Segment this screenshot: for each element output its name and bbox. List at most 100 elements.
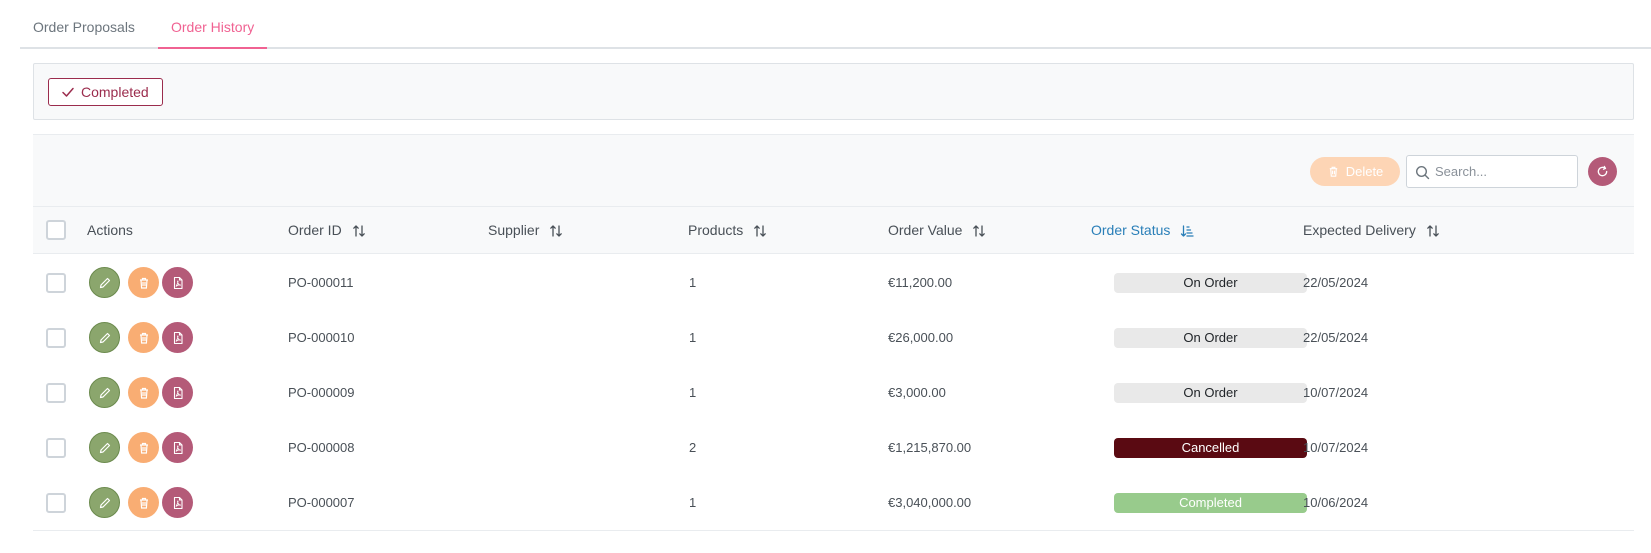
expected-delivery-cell: 22/05/2024 <box>1303 275 1369 290</box>
edit-button[interactable] <box>89 322 120 353</box>
pencil-icon <box>99 497 110 508</box>
sort-icon <box>754 224 767 237</box>
products-cell: 2 <box>689 440 697 455</box>
pdf-button[interactable] <box>162 377 193 408</box>
pdf-button[interactable] <box>162 487 193 518</box>
select-all-checkbox[interactable] <box>46 220 66 240</box>
expected-delivery-cell: 10/06/2024 <box>1303 495 1369 510</box>
table-row: PO-000007 1 €3,040,000.00 Completed 10/0… <box>33 474 1634 531</box>
file-pdf-icon <box>173 386 183 399</box>
row-checkbox[interactable] <box>46 273 66 293</box>
check-icon <box>62 87 74 97</box>
order-value-cell: €3,040,000.00 <box>888 495 972 510</box>
row-checkbox[interactable] <box>46 383 66 403</box>
table-row: PO-000008 2 €1,215,870.00 Cancelled 10/0… <box>33 419 1634 476</box>
pencil-icon <box>99 277 110 288</box>
column-header-expected-delivery-label: Expected Delivery <box>1303 222 1416 238</box>
table-row: PO-000010 1 €26,000.00 On Order 22/05/20… <box>33 309 1634 366</box>
column-header-order-status[interactable]: Order Status <box>1091 207 1195 254</box>
order-id-cell: PO-000010 <box>288 330 355 345</box>
tab-bar: Order Proposals Order History <box>20 0 1651 49</box>
expected-delivery-cell: 22/05/2024 <box>1303 330 1369 345</box>
search-input[interactable] <box>1435 164 1575 179</box>
products-cell: 1 <box>689 385 697 400</box>
order-id-cell: PO-000009 <box>288 385 355 400</box>
pencil-icon <box>99 387 110 398</box>
column-header-products-label: Products <box>688 222 744 238</box>
column-header-supplier[interactable]: Supplier <box>488 207 563 254</box>
tab-order-history[interactable]: Order History <box>158 0 268 49</box>
delete-button-label: Delete <box>1345 164 1384 179</box>
trash-icon <box>139 332 148 344</box>
filter-bar: Completed <box>33 63 1634 120</box>
pdf-button[interactable] <box>162 322 193 353</box>
trash-icon <box>1329 166 1337 177</box>
table-toolbar: Delete <box>33 135 1634 207</box>
products-cell: 1 <box>689 330 697 345</box>
sort-icon <box>352 224 365 237</box>
pdf-button[interactable] <box>162 267 193 298</box>
file-pdf-icon <box>173 441 183 454</box>
column-header-actions: Actions <box>87 207 133 254</box>
column-header-order-value-label: Order Value <box>888 222 963 238</box>
search-box <box>1406 155 1578 188</box>
column-header-expected-delivery[interactable]: Expected Delivery <box>1303 207 1440 254</box>
edit-button[interactable] <box>89 377 120 408</box>
column-header-order-id[interactable]: Order ID <box>288 207 366 254</box>
trash-icon <box>139 387 148 399</box>
sort-icon <box>550 224 563 237</box>
search-icon <box>1415 165 1430 180</box>
sort-icon <box>973 224 986 237</box>
delete-button[interactable]: Delete <box>1310 157 1400 186</box>
edit-button[interactable] <box>89 267 120 298</box>
refresh-icon <box>1597 165 1608 177</box>
trash-icon <box>139 497 148 509</box>
delete-row-button[interactable] <box>128 377 159 408</box>
row-checkbox[interactable] <box>46 328 66 348</box>
pdf-button[interactable] <box>162 432 193 463</box>
row-checkbox[interactable] <box>46 438 66 458</box>
table-row: PO-000009 1 €3,000.00 On Order 10/07/202… <box>33 364 1634 421</box>
table-header: Actions Order ID Supplier Products Order… <box>33 207 1634 254</box>
trash-icon <box>139 442 148 454</box>
order-value-cell: €26,000.00 <box>888 330 954 345</box>
delete-row-button[interactable] <box>128 267 159 298</box>
status-badge: On Order <box>1114 328 1307 348</box>
file-pdf-icon <box>173 331 183 344</box>
edit-button[interactable] <box>89 432 120 463</box>
sort-icon <box>1426 224 1439 237</box>
column-header-order-status-label: Order Status <box>1091 222 1171 238</box>
column-header-order-id-label: Order ID <box>288 222 342 238</box>
order-id-cell: PO-000011 <box>288 275 354 290</box>
trash-icon <box>139 277 148 289</box>
delete-row-button[interactable] <box>128 322 159 353</box>
order-value-cell: €11,200.00 <box>888 275 953 290</box>
tab-order-proposals[interactable]: Order Proposals <box>20 0 148 49</box>
completed-filter-button[interactable]: Completed <box>48 78 163 106</box>
column-header-order-value[interactable]: Order Value <box>888 207 986 254</box>
status-badge: Completed <box>1114 493 1307 513</box>
pencil-icon <box>99 442 110 453</box>
column-header-supplier-label: Supplier <box>488 222 540 238</box>
order-value-cell: €3,000.00 <box>888 385 946 400</box>
order-value-cell: €1,215,870.00 <box>888 440 972 455</box>
expected-delivery-cell: 10/07/2024 <box>1303 440 1369 455</box>
pencil-icon <box>99 332 110 343</box>
status-badge: Cancelled <box>1114 438 1307 458</box>
delete-row-button[interactable] <box>128 487 159 518</box>
order-id-cell: PO-000007 <box>288 495 355 510</box>
refresh-button[interactable] <box>1588 157 1617 186</box>
status-badge: On Order <box>1114 383 1307 403</box>
status-badge: On Order <box>1114 273 1307 293</box>
row-checkbox[interactable] <box>46 493 66 513</box>
edit-button[interactable] <box>89 487 120 518</box>
products-cell: 1 <box>689 495 697 510</box>
delete-row-button[interactable] <box>128 432 159 463</box>
orders-table: Delete Actions Order ID Supplier Product… <box>33 134 1634 553</box>
column-header-products[interactable]: Products <box>688 207 767 254</box>
expected-delivery-cell: 10/07/2024 <box>1303 385 1369 400</box>
table-row: PO-000011 1 €11,200.00 On Order 22/05/20… <box>33 254 1634 311</box>
completed-filter-label: Completed <box>81 84 149 100</box>
column-header-actions-label: Actions <box>87 222 133 238</box>
file-pdf-icon <box>173 496 183 509</box>
